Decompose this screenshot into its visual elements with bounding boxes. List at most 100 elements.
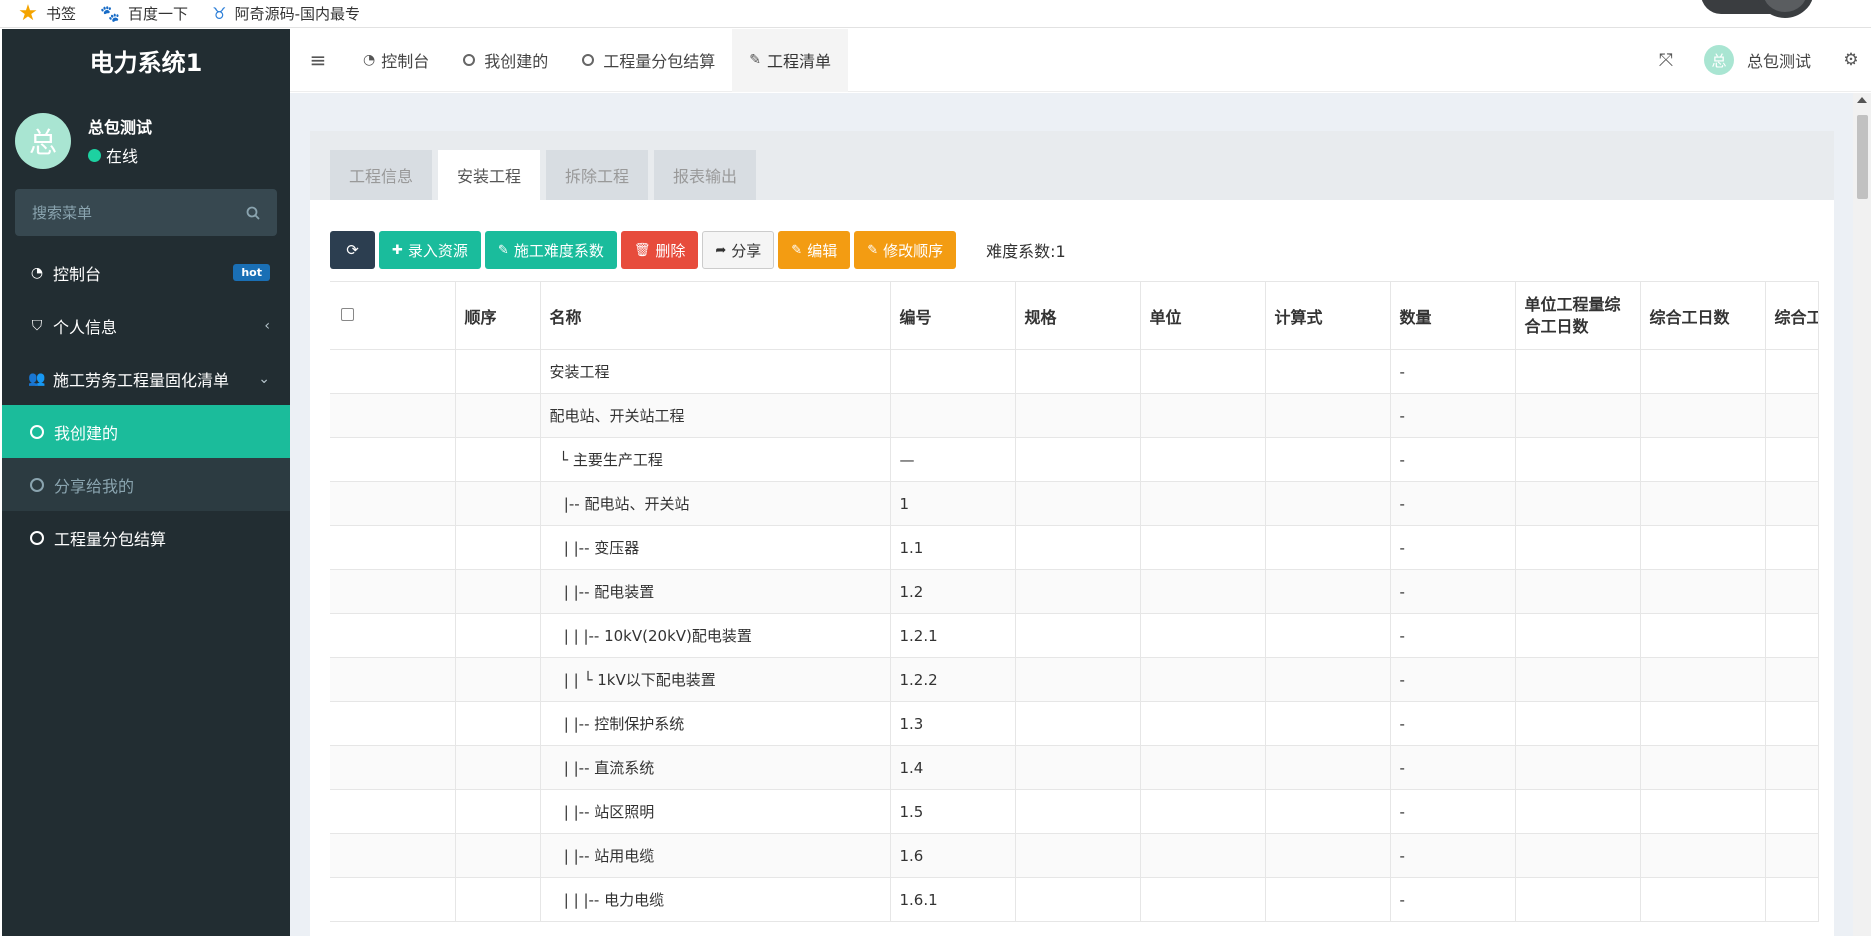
import-resource-button[interactable]: ✚ 录入资源 — [379, 231, 481, 269]
table-cell — [1265, 569, 1391, 614]
bookmark-label: 阿奇源码-国内最专 — [234, 5, 361, 23]
table-cell — [1515, 393, 1641, 438]
table-row[interactable]: | | |-- 电力电缆 1.6.1 - — [330, 877, 1819, 922]
table-cell — [1140, 481, 1266, 526]
table-cell — [1515, 833, 1641, 878]
table-row[interactable]: └ 主要生产工程 — - — [330, 437, 1819, 482]
app-logo[interactable]: 电力系统1 — [2, 29, 290, 92]
user-menu[interactable]: 总 总包测试 — [1690, 45, 1831, 75]
scroll-up-arrow-icon[interactable] — [1857, 97, 1867, 103]
column-header[interactable]: 数量 — [1390, 281, 1516, 350]
table-row[interactable]: | | └ 1kV以下配电装置 1.2.2 - — [330, 657, 1819, 702]
scroll-thumb[interactable] — [1857, 115, 1868, 199]
table-cell — [1015, 481, 1141, 526]
sidebar-item-settlement[interactable]: 工程量分包结算 — [2, 511, 290, 564]
bookmark-label: 百度一下 — [128, 5, 189, 23]
difficulty-button[interactable]: ✎ 施工难度系数 — [484, 231, 617, 269]
table-cell — [1015, 745, 1141, 790]
tab-install[interactable]: 安装工程 — [438, 150, 541, 200]
sidebar: 电力系统1 总 总包测试 在线 搜索菜单 ◔ 控制台 hot ⛉ 个人信息 ‹ … — [2, 29, 290, 936]
column-header[interactable]: 计算式 — [1265, 281, 1391, 350]
table-header-row: 顺序 名称 编号 规格 单位 计算式 数量 单位工程量综合工日数 综合工日数 综… — [330, 281, 1819, 350]
bookmark-item[interactable]: ♉ 阿奇源码-国内最专 — [212, 3, 360, 24]
sidebar-item-quantity-list[interactable]: 👥 施工劳务工程量固化清单 ⌄ — [2, 352, 290, 405]
cell-code: 1.1 — [890, 525, 1016, 570]
table-row[interactable]: 配电站、开关站工程 - — [330, 393, 1819, 438]
tab-project-info[interactable]: 工程信息 — [330, 150, 433, 200]
tab-settlement[interactable]: 工程量分包结算 — [565, 29, 732, 92]
bookmark-item[interactable]: ★ 书签 — [18, 2, 76, 24]
column-header[interactable]: 编号 — [890, 281, 1016, 350]
column-header[interactable]: 顺序 — [455, 281, 541, 350]
table-row[interactable]: | |-- 配电装置 1.2 - — [330, 569, 1819, 614]
column-header[interactable]: 规格 — [1015, 281, 1141, 350]
table-cell — [1640, 877, 1766, 922]
bookmark-item[interactable]: 🐾 百度一下 — [100, 3, 188, 24]
tab-demolition[interactable]: 拆除工程 — [546, 150, 649, 200]
chevron-left-icon: ‹ — [264, 317, 270, 334]
content-box: 工程信息 安装工程 拆除工程 报表输出 ⟳ ✚ 录入资源 ✎ 施工难度系数 🗑 … — [310, 131, 1834, 936]
page-scrollbar[interactable] — [1853, 93, 1871, 936]
table-row[interactable]: | |-- 变压器 1.1 - — [330, 525, 1819, 570]
select-all-header — [330, 281, 456, 350]
table-cell — [455, 833, 541, 878]
cell-name: | | |-- 电力电缆 — [540, 877, 891, 922]
table-row[interactable]: | | |-- 10kV(20kV)配电装置 1.2.1 - — [330, 613, 1819, 658]
main-content: 工程信息 安装工程 拆除工程 报表输出 ⟳ ✚ 录入资源 ✎ 施工难度系数 🗑 … — [290, 93, 1853, 936]
reorder-button[interactable]: ✎ 修改顺序 — [854, 231, 957, 269]
menu-toggle-icon[interactable]: ≡ — [290, 48, 346, 72]
table-cell — [330, 525, 456, 570]
share-button[interactable]: ➦ 分享 — [702, 231, 775, 269]
gears-icon[interactable]: ⚙ — [1831, 50, 1871, 70]
table-cell — [1140, 789, 1266, 834]
fullscreen-icon[interactable]: ⤧ — [1642, 50, 1690, 71]
table-cell — [1140, 745, 1266, 790]
tab-report[interactable]: 报表输出 — [654, 150, 757, 200]
table-cell — [1265, 525, 1391, 570]
circle-icon — [463, 54, 476, 66]
tab-dashboard[interactable]: ◔ 控制台 — [346, 29, 446, 92]
table-cell — [455, 877, 541, 922]
column-header[interactable]: 名称 — [540, 281, 891, 350]
sidebar-item-shared-with-me[interactable]: 分享给我的 — [2, 458, 290, 511]
table-cell — [1640, 701, 1766, 746]
tab-my-created[interactable]: 我创建的 — [446, 29, 565, 92]
sidebar-item-dashboard[interactable]: ◔ 控制台 hot — [2, 246, 290, 299]
table-cell — [1015, 877, 1141, 922]
table-row[interactable]: 安装工程 - — [330, 349, 1819, 394]
table-row[interactable]: | |-- 控制保护系统 1.3 - — [330, 701, 1819, 746]
button-label: 修改顺序 — [883, 241, 944, 260]
table-cell — [1265, 833, 1391, 878]
column-header[interactable]: 单位 — [1140, 281, 1266, 350]
sidebar-item-label: 施工劳务工程量固化清单 — [53, 370, 230, 390]
cell-name: | |-- 直流系统 — [540, 745, 891, 790]
column-header[interactable]: 单位工程量综合工日数 — [1515, 281, 1641, 350]
cell-qty: - — [1390, 789, 1516, 834]
table-cell — [1515, 877, 1641, 922]
table-cell — [1640, 437, 1766, 482]
select-all-checkbox[interactable] — [341, 308, 354, 321]
tab-project-list[interactable]: ✎ 工程清单 — [732, 28, 849, 92]
search-icon[interactable] — [246, 206, 260, 220]
sidebar-item-my-created[interactable]: 我创建的 — [2, 405, 290, 458]
refresh-button[interactable]: ⟳ — [330, 231, 375, 269]
edit-icon: ✎ — [867, 242, 879, 258]
delete-button[interactable]: 🗑 删除 — [620, 231, 699, 269]
sidebar-item-profile[interactable]: ⛉ 个人信息 ‹ — [2, 299, 290, 352]
table-cell — [1265, 437, 1391, 482]
table-cell — [330, 745, 456, 790]
table-row[interactable]: | |-- 站用电缆 1.6 - — [330, 833, 1819, 878]
edit-button[interactable]: ✎ 编辑 — [778, 231, 851, 269]
table-row[interactable]: | |-- 站区照明 1.5 - — [330, 789, 1819, 834]
table-row[interactable]: | |-- 直流系统 1.4 - — [330, 745, 1819, 790]
cell-qty: - — [1390, 701, 1516, 746]
toolbar: ⟳ ✚ 录入资源 ✎ 施工难度系数 🗑 删除 ➦ 分享 ✎ 编辑 ✎ 修改顺序 … — [330, 231, 1066, 269]
table-cell — [1515, 481, 1641, 526]
table-cell — [455, 525, 541, 570]
column-header[interactable]: 综合工 — [1765, 281, 1819, 350]
search-input[interactable]: 搜索菜单 — [15, 189, 277, 236]
table-cell — [1640, 657, 1766, 702]
table-row[interactable]: |-- 配电站、开关站 1 - — [330, 481, 1819, 526]
column-header[interactable]: 综合工日数 — [1640, 281, 1766, 350]
table-cell — [330, 349, 456, 394]
